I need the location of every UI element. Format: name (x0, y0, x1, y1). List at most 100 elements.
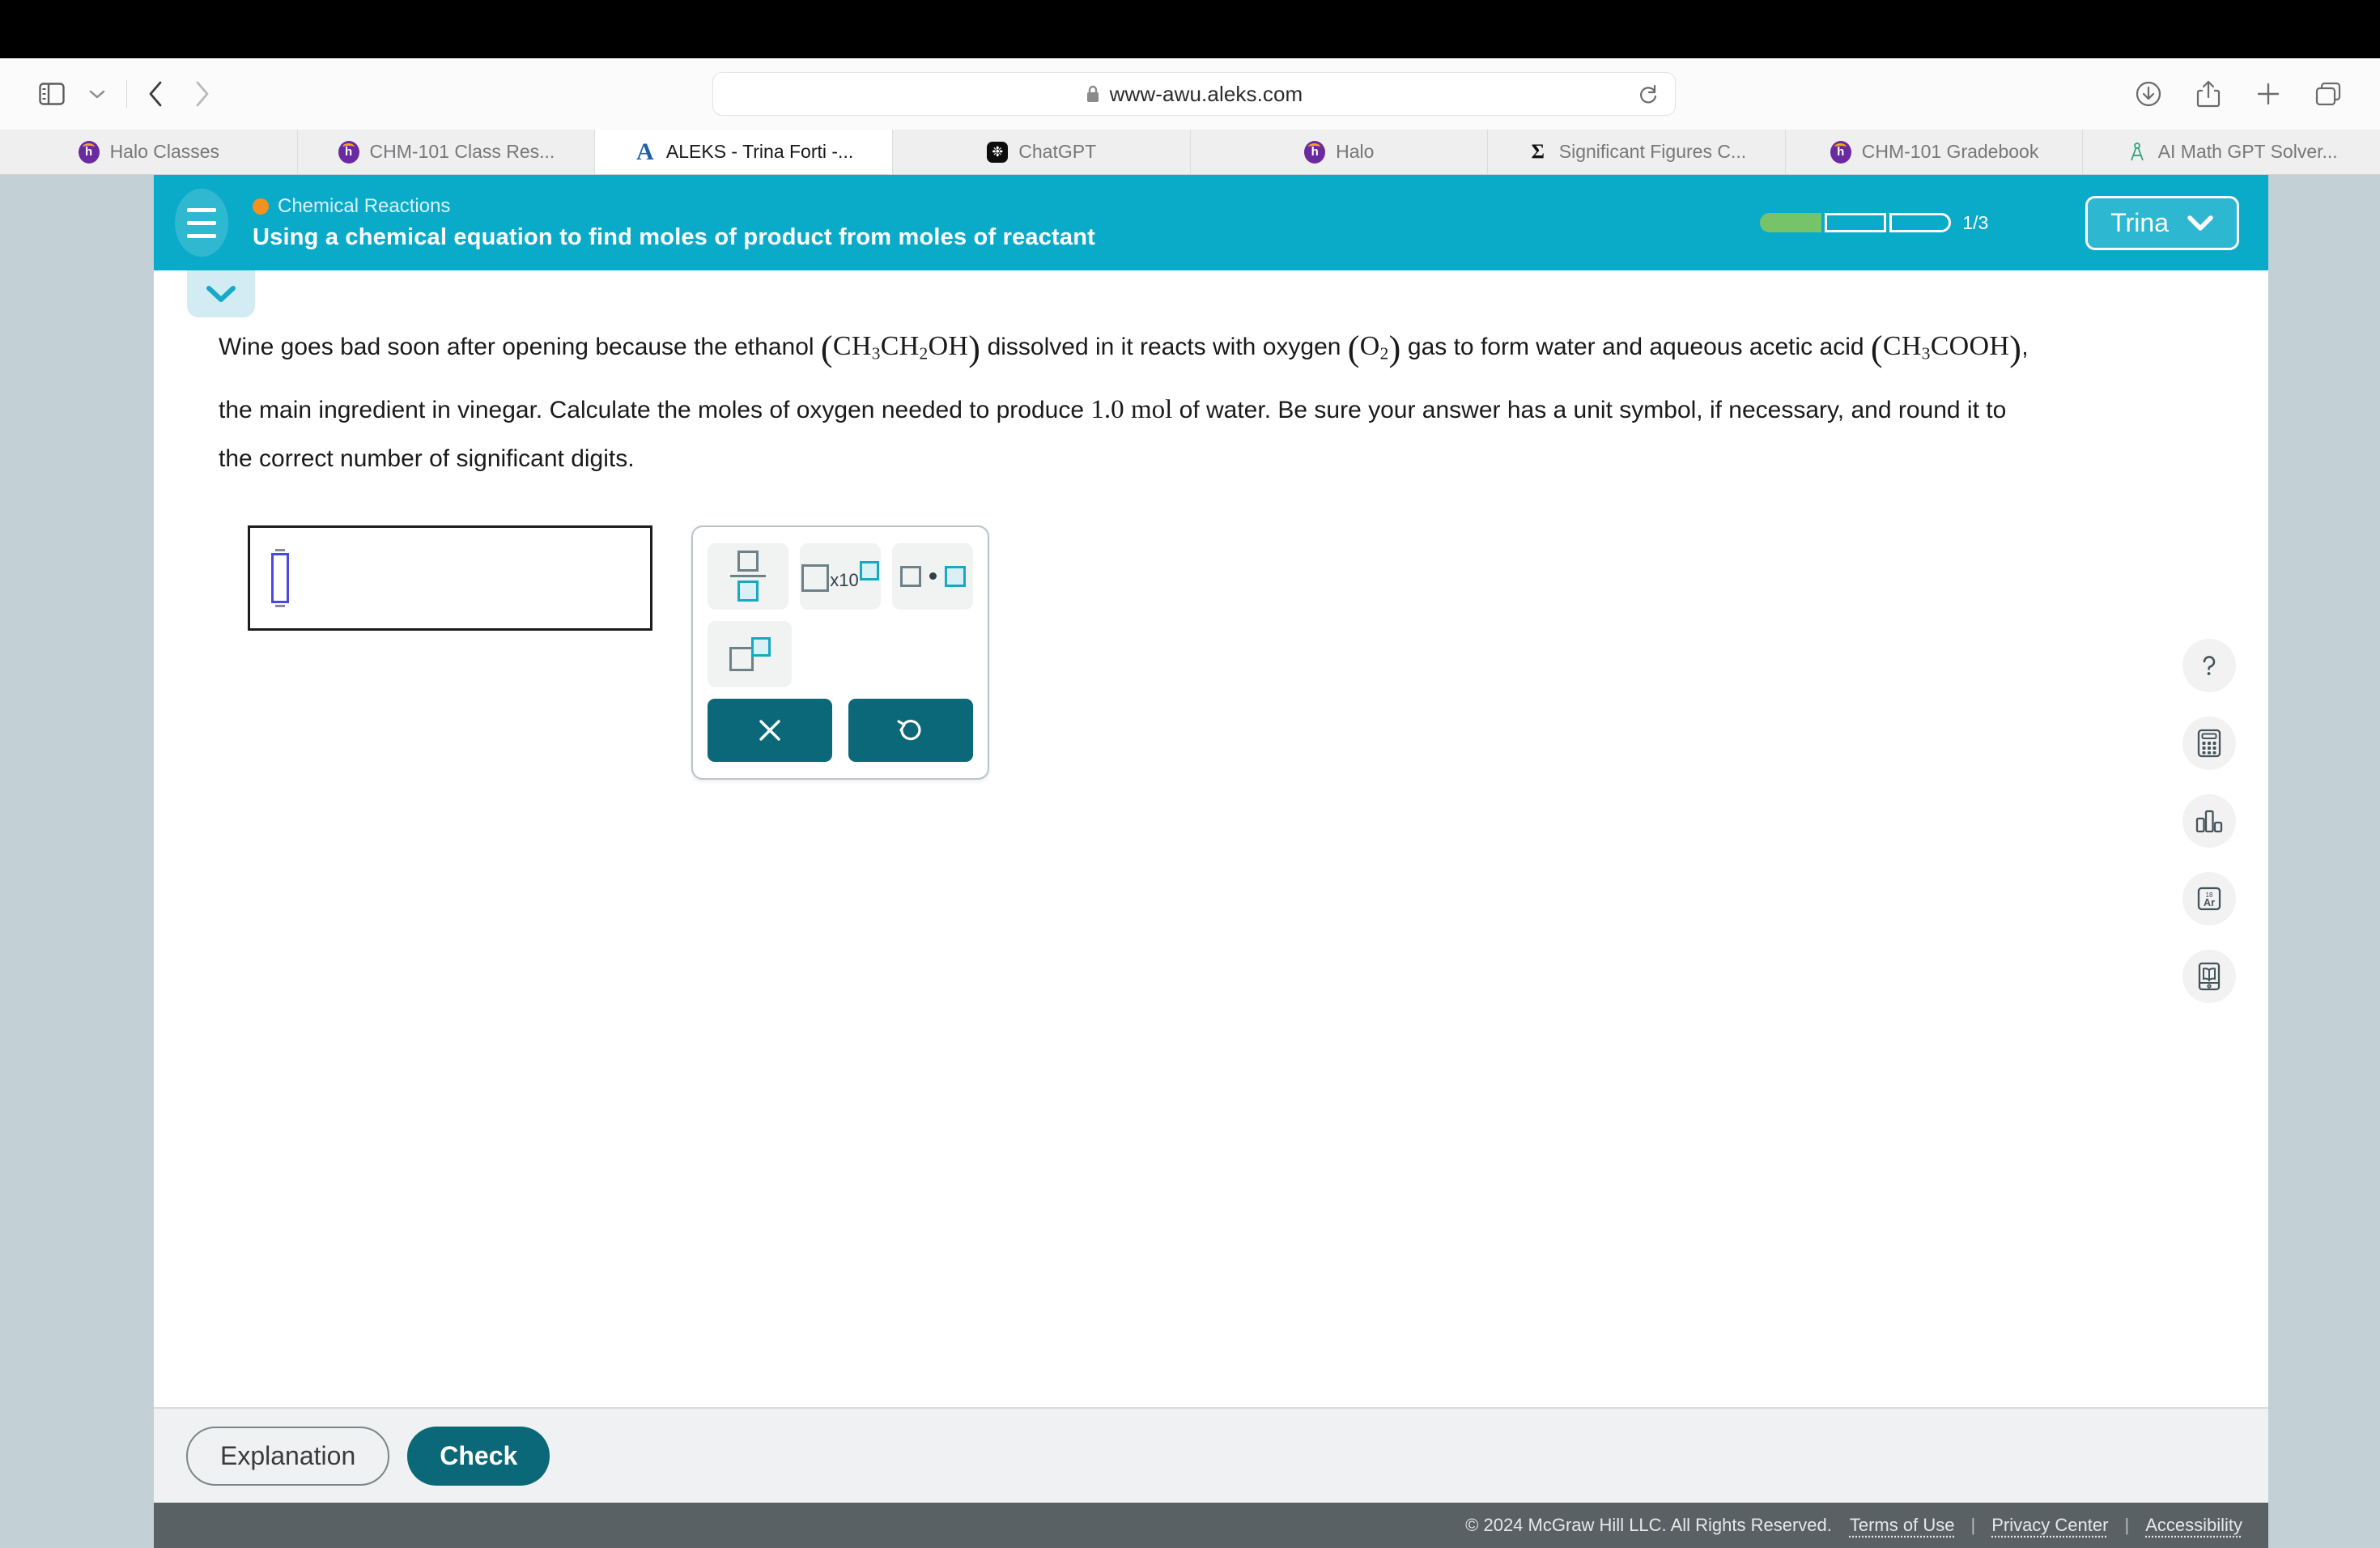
sidebar-toggle-icon[interactable] (29, 71, 74, 117)
browser-tab[interactable]: h Halo Classes (0, 130, 298, 174)
tab-overview-icon[interactable] (2306, 71, 2351, 117)
formula-acetic-acid: (CH3COOH) (1870, 329, 2022, 368)
question-part: Wine goes bad soon after opening because… (219, 333, 821, 360)
topic-label: Chemical Reactions (278, 194, 451, 217)
undo-button[interactable] (848, 698, 973, 762)
progress-count: 1/3 (1962, 211, 1989, 233)
times-ten-power-button[interactable]: x10 (800, 542, 881, 610)
formula-ethanol: (CH3CH2OH) (820, 329, 981, 368)
math-keypad: x10 (691, 525, 989, 780)
halo-icon: h (78, 140, 100, 164)
footer-divider: | (1970, 1515, 1976, 1535)
footer-divider: | (2124, 1515, 2130, 1535)
user-name: Trina (2110, 207, 2169, 237)
privacy-center-link[interactable]: Privacy Center (1991, 1515, 2108, 1536)
x10-label: x10 (830, 569, 859, 590)
answer-input[interactable] (248, 525, 652, 631)
tab-label: Halo Classes (109, 141, 220, 162)
halo-icon: h (1830, 140, 1852, 164)
multiply-dot-button[interactable] (892, 542, 973, 610)
progress-segment (1825, 213, 1887, 232)
calculator-icon (2197, 729, 2221, 758)
question-part: gas to form water and aqueous acetic aci… (1400, 333, 1871, 360)
lock-icon (1086, 84, 1100, 104)
check-button[interactable]: Check (407, 1426, 550, 1486)
aleks-application: Chemical Reactions Using a chemical equa… (154, 175, 2268, 1503)
chevron-down-icon (2187, 215, 2213, 231)
question-quantity: 1.0 (1090, 394, 1124, 424)
question-unit: mol (1130, 394, 1173, 424)
question-part: dissolved in it reacts with oxygen (980, 333, 1348, 360)
action-bar: Explanation Check (154, 1407, 2268, 1503)
tab-label: AI Math GPT Solver... (2157, 141, 2338, 162)
hamburger-icon[interactable] (175, 189, 228, 257)
browser-tab-active[interactable]: A ALEKS - Trina Forti -... (595, 130, 893, 174)
sidebar-dropdown-icon[interactable] (74, 71, 120, 117)
browser-tab-bar: h Halo Classes h CHM-101 Class Res... A … (0, 130, 2380, 175)
terms-of-use-link[interactable]: Terms of Use (1850, 1515, 1955, 1536)
tab-label: CHM-101 Class Res... (369, 141, 555, 162)
address-bar[interactable]: www-awu.aleks.com (712, 72, 1676, 116)
progress-segment (1760, 213, 1822, 232)
tab-label: ALEKS - Trina Forti -... (665, 141, 854, 162)
browser-tab[interactable]: Σ Significant Figures C... (1488, 130, 1786, 174)
exercise-content: Wine goes bad soon after opening because… (154, 270, 2268, 1404)
toolbar-divider (126, 80, 127, 108)
share-icon[interactable] (2186, 71, 2231, 117)
user-menu-button[interactable]: Trina (2085, 195, 2239, 250)
back-chevron-icon[interactable] (134, 71, 179, 117)
browser-tab[interactable]: ❉ ChatGPT (893, 130, 1191, 174)
periodic-table-tool[interactable]: 18 Ar (2182, 872, 2236, 925)
periodic-element-icon: 18Ar (2197, 887, 2221, 911)
footer: © 2024 McGraw Hill LLC. All Rights Reser… (154, 1503, 2268, 1548)
sigma-icon: Σ (1531, 140, 1545, 163)
accessibility-link[interactable]: Accessibility (2145, 1515, 2242, 1536)
halo-icon: h (338, 140, 360, 164)
page-title: Using a chemical equation to find moles … (253, 223, 1096, 250)
explanation-button[interactable]: Explanation (186, 1426, 390, 1486)
calculator-tool[interactable] (2182, 717, 2236, 770)
window-titlebar (0, 0, 2380, 58)
svg-text:Ar: Ar (2204, 897, 2215, 908)
browser-toolbar: www-awu.aleks.com (0, 58, 2380, 130)
tab-label: Halo (1336, 141, 1375, 162)
text-caret-icon (271, 548, 289, 607)
forward-chevron-icon[interactable] (179, 71, 224, 117)
help-tool[interactable] (2182, 639, 2236, 692)
question-text: Wine goes bad soon after opening because… (219, 314, 2040, 483)
tab-label: Significant Figures C... (1558, 141, 1747, 162)
browser-tab[interactable]: h CHM-101 Class Res... (298, 130, 596, 174)
tool-rail: 18 Ar (2182, 639, 2236, 1003)
page-background: Chemical Reactions Using a chemical equa… (0, 175, 2380, 1548)
superscript-button[interactable] (708, 620, 792, 687)
undo-icon (897, 719, 921, 740)
book-icon (2198, 962, 2221, 991)
aleks-header: Chemical Reactions Using a chemical equa… (154, 175, 2268, 317)
copyright-text: © 2024 McGraw Hill LLC. All Rights Reser… (1465, 1515, 1832, 1535)
clear-button[interactable] (708, 698, 832, 762)
bar-chart-icon (2195, 810, 2223, 833)
fraction-button[interactable] (708, 542, 788, 610)
question-mark-icon (2203, 656, 2216, 675)
aleks-icon: A (636, 138, 654, 165)
compass-icon (2126, 141, 2148, 164)
tab-label: ChatGPT (1018, 141, 1097, 162)
formula-oxygen: (O2) (1347, 329, 1401, 368)
topic-status-dot (253, 198, 269, 215)
plus-icon[interactable] (2246, 71, 2291, 117)
glossary-tool[interactable] (2182, 950, 2236, 1003)
browser-tab[interactable]: h CHM-101 Gradebook (1786, 130, 2084, 174)
downloads-icon[interactable] (2126, 71, 2171, 117)
browser-tab[interactable]: h Halo (1191, 130, 1489, 174)
browser-window: www-awu.aleks.com h Halo Classes h CHM-1… (0, 0, 2380, 1548)
close-x-icon (759, 719, 780, 741)
reload-icon[interactable] (1633, 79, 1664, 110)
chart-tool[interactable] (2182, 794, 2236, 848)
chatgpt-icon: ❉ (986, 141, 1009, 164)
browser-tab[interactable]: AI Math GPT Solver... (2083, 130, 2380, 174)
progress-segment (1889, 213, 1952, 232)
halo-icon: h (1303, 140, 1326, 164)
url-text: www-awu.aleks.com (1109, 81, 1303, 106)
progress-indicator: 1/3 (1760, 212, 1988, 234)
tab-label: CHM-101 Gradebook (1861, 141, 2039, 162)
